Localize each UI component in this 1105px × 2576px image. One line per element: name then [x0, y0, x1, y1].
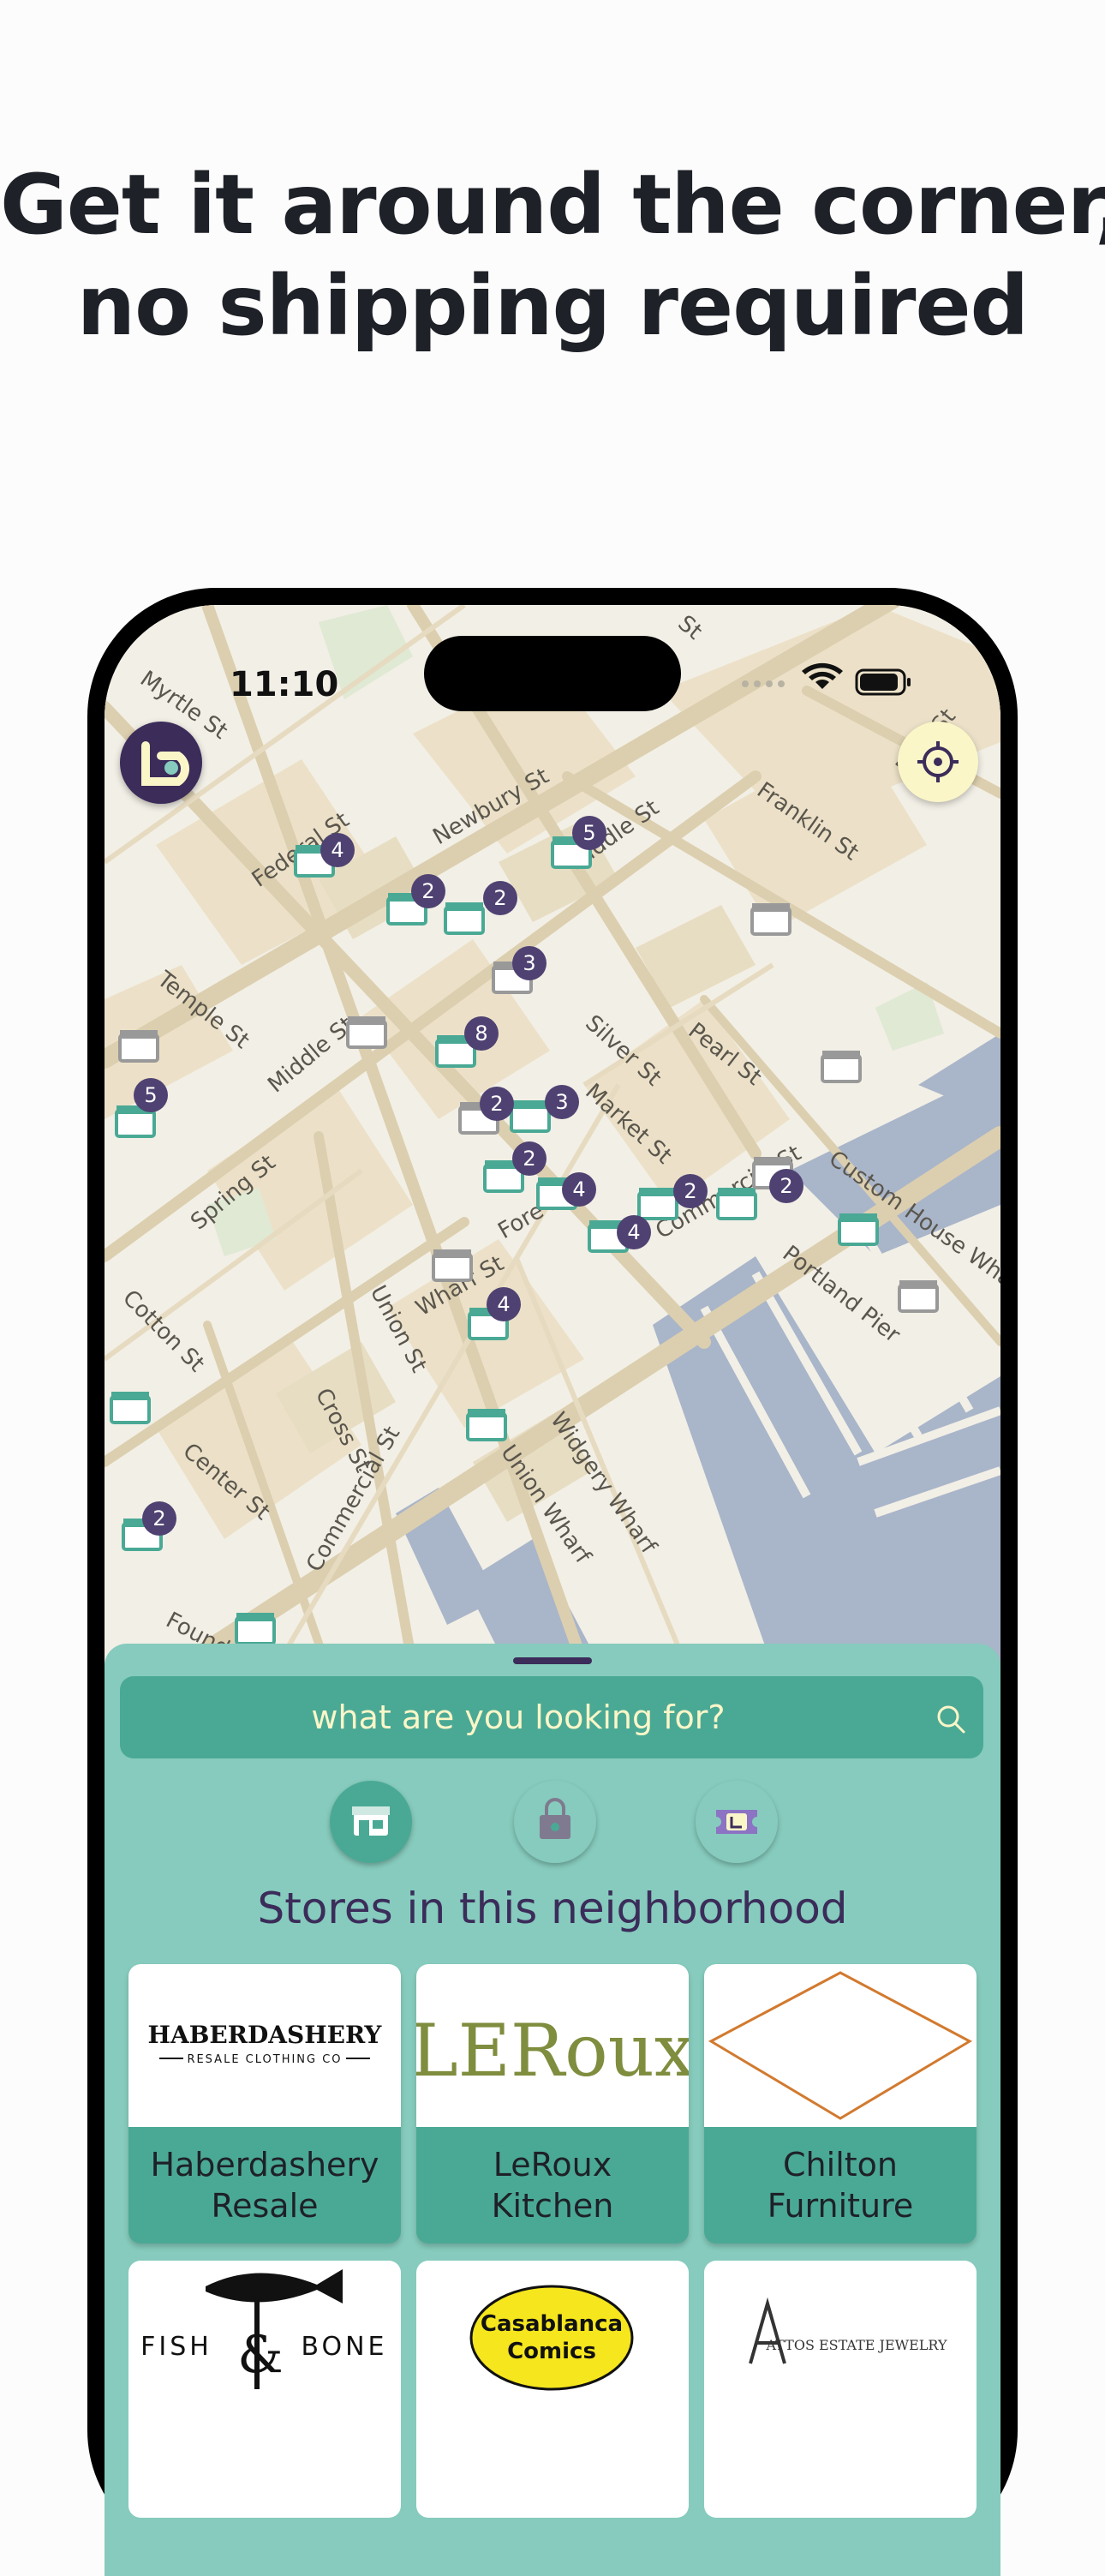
neighborhood-map[interactable]: Myrtle St Federal St Newbury St Middle S…	[105, 605, 1000, 1668]
svg-text:5: 5	[582, 821, 595, 845]
app-screen: Myrtle St Federal St Newbury St Middle S…	[105, 605, 1000, 2576]
battery-icon	[855, 668, 911, 696]
status-time: 11:10	[230, 665, 339, 704]
store-logo: ATTOS ESTATE JEWELRY	[749, 2297, 947, 2364]
store-marker[interactable]	[637, 1188, 678, 1220]
app-logo-icon	[141, 741, 189, 786]
wifi-icon	[802, 662, 843, 689]
search-input[interactable]: what are you looking for?	[120, 1698, 917, 1736]
svg-text:HABERDASHERY: HABERDASHERY	[148, 2021, 383, 2049]
store-logo	[704, 1964, 977, 2127]
svg-text:3: 3	[523, 951, 535, 975]
store-card-chilton[interactable]: Chilton Furniture	[704, 1964, 977, 2244]
svg-text:4: 4	[331, 838, 343, 862]
store-card-leroux[interactable]: LERoux LeRoux Kitchen	[416, 1964, 689, 2244]
sheet-grabber[interactable]	[513, 1657, 592, 1664]
store-logo: LERoux	[416, 1964, 689, 2127]
app-logo-button[interactable]	[120, 722, 202, 804]
svg-text:8: 8	[475, 1021, 487, 1045]
store-logo: HABERDASHERY RESALE CLOTHING CO	[128, 1964, 401, 2127]
store-marker[interactable]	[432, 1249, 473, 1282]
crosshair-icon	[917, 741, 959, 782]
store-marker[interactable]	[898, 1280, 939, 1313]
cluster-badge[interactable]: 8	[464, 1016, 499, 1051]
svg-text:2: 2	[490, 1092, 503, 1116]
store-name: Haberdashery Resale	[150, 2146, 379, 2225]
store-marker[interactable]	[466, 1409, 507, 1441]
store-marker[interactable]	[716, 1188, 757, 1220]
svg-text:4: 4	[627, 1220, 640, 1244]
cluster-badge[interactable]: 3	[512, 946, 547, 980]
cluster-badge[interactable]: 5	[134, 1078, 168, 1112]
svg-text:5: 5	[144, 1083, 157, 1107]
svg-text:2: 2	[523, 1147, 535, 1171]
store-card-haberdashery[interactable]: HABERDASHERY RESALE CLOTHING CO Haberdas…	[128, 1964, 401, 2244]
svg-text:LERoux: LERoux	[416, 2009, 689, 2093]
headline: Get it around the corner, no shipping re…	[0, 154, 1105, 356]
filter-stores-button[interactable]	[330, 1781, 412, 1863]
cellular-icon	[742, 680, 785, 687]
cluster-badge[interactable]: 2	[142, 1501, 176, 1536]
store-marker[interactable]	[110, 1392, 151, 1424]
cluster-badge[interactable]: 5	[572, 816, 606, 850]
storefront-icon	[352, 1806, 390, 1836]
cluster-badge[interactable]: 4	[320, 833, 355, 867]
headline-line-1: Get it around the corner,	[0, 157, 1105, 253]
filter-tickets-button[interactable]	[696, 1781, 778, 1863]
phone-frame: Myrtle St Federal St Newbury St Middle S…	[87, 588, 1018, 2576]
ticket-icon	[716, 1810, 757, 1834]
svg-text:2: 2	[152, 1507, 165, 1531]
svg-text:2: 2	[493, 886, 506, 910]
cluster-badge[interactable]: 4	[487, 1287, 521, 1321]
cluster-badge[interactable]: 2	[769, 1169, 803, 1203]
svg-text:2: 2	[779, 1174, 792, 1198]
store-card-fish-bone[interactable]: FISH & BONE	[128, 2261, 401, 2518]
svg-text:BONE: BONE	[301, 2332, 387, 2362]
svg-text:4: 4	[497, 1292, 510, 1316]
filter-bags-button[interactable]	[514, 1781, 596, 1863]
cluster-badge[interactable]: 4	[617, 1215, 651, 1249]
store-marker[interactable]	[750, 903, 791, 936]
svg-text:Comics: Comics	[507, 2339, 596, 2364]
svg-text:3: 3	[555, 1090, 568, 1114]
svg-text:FISH: FISH	[140, 2332, 212, 2362]
store-logo: FISH & BONE	[140, 2269, 387, 2389]
store-marker[interactable]	[444, 902, 485, 935]
svg-text:4: 4	[572, 1177, 585, 1201]
store-name: Chilton Furniture	[767, 2146, 914, 2225]
cluster-badge[interactable]: 2	[483, 881, 517, 915]
svg-text:ATTOS ESTATE JEWELRY: ATTOS ESTATE JEWELRY	[766, 2337, 947, 2353]
svg-text:&: &	[237, 2325, 283, 2385]
svg-text:Casablanca: Casablanca	[481, 2311, 623, 2337]
store-marker[interactable]	[235, 1613, 276, 1645]
store-logo: Casablanca Comics	[469, 2285, 634, 2391]
shopping-bag-icon	[540, 1798, 570, 1839]
status-icons	[742, 662, 911, 696]
section-title: Stores in this neighborhood	[257, 1884, 848, 1933]
store-marker[interactable]	[510, 1100, 551, 1133]
search-icon[interactable]	[934, 1702, 968, 1736]
dynamic-island	[424, 636, 681, 711]
store-name: LeRoux Kitchen	[491, 2146, 614, 2225]
store-card-casablanca[interactable]: Casablanca Comics	[416, 2261, 689, 2518]
cluster-badge[interactable]: 2	[512, 1141, 547, 1176]
svg-text:RESALE CLOTHING CO: RESALE CLOTHING CO	[187, 2053, 342, 2066]
cluster-badge[interactable]: 2	[411, 874, 445, 908]
store-marker[interactable]	[346, 1016, 387, 1049]
store-marker[interactable]	[821, 1051, 862, 1083]
search-bar[interactable]: what are you looking for?	[120, 1676, 983, 1758]
headline-line-2: no shipping required	[76, 258, 1030, 354]
bottom-sheet: what are you looking for? Stores in this…	[105, 1644, 1000, 2576]
svg-text:2: 2	[684, 1179, 696, 1203]
cluster-badge[interactable]: 2	[480, 1087, 514, 1121]
cluster-badge[interactable]: 4	[562, 1172, 596, 1207]
store-card-attos[interactable]: ATTOS ESTATE JEWELRY	[704, 2261, 977, 2518]
svg-text:2: 2	[421, 879, 434, 903]
store-marker[interactable]	[118, 1030, 159, 1063]
locate-me-button[interactable]	[898, 722, 978, 802]
cluster-badge[interactable]: 3	[545, 1085, 579, 1119]
store-marker[interactable]	[838, 1213, 879, 1246]
cluster-badge[interactable]: 2	[673, 1174, 708, 1208]
